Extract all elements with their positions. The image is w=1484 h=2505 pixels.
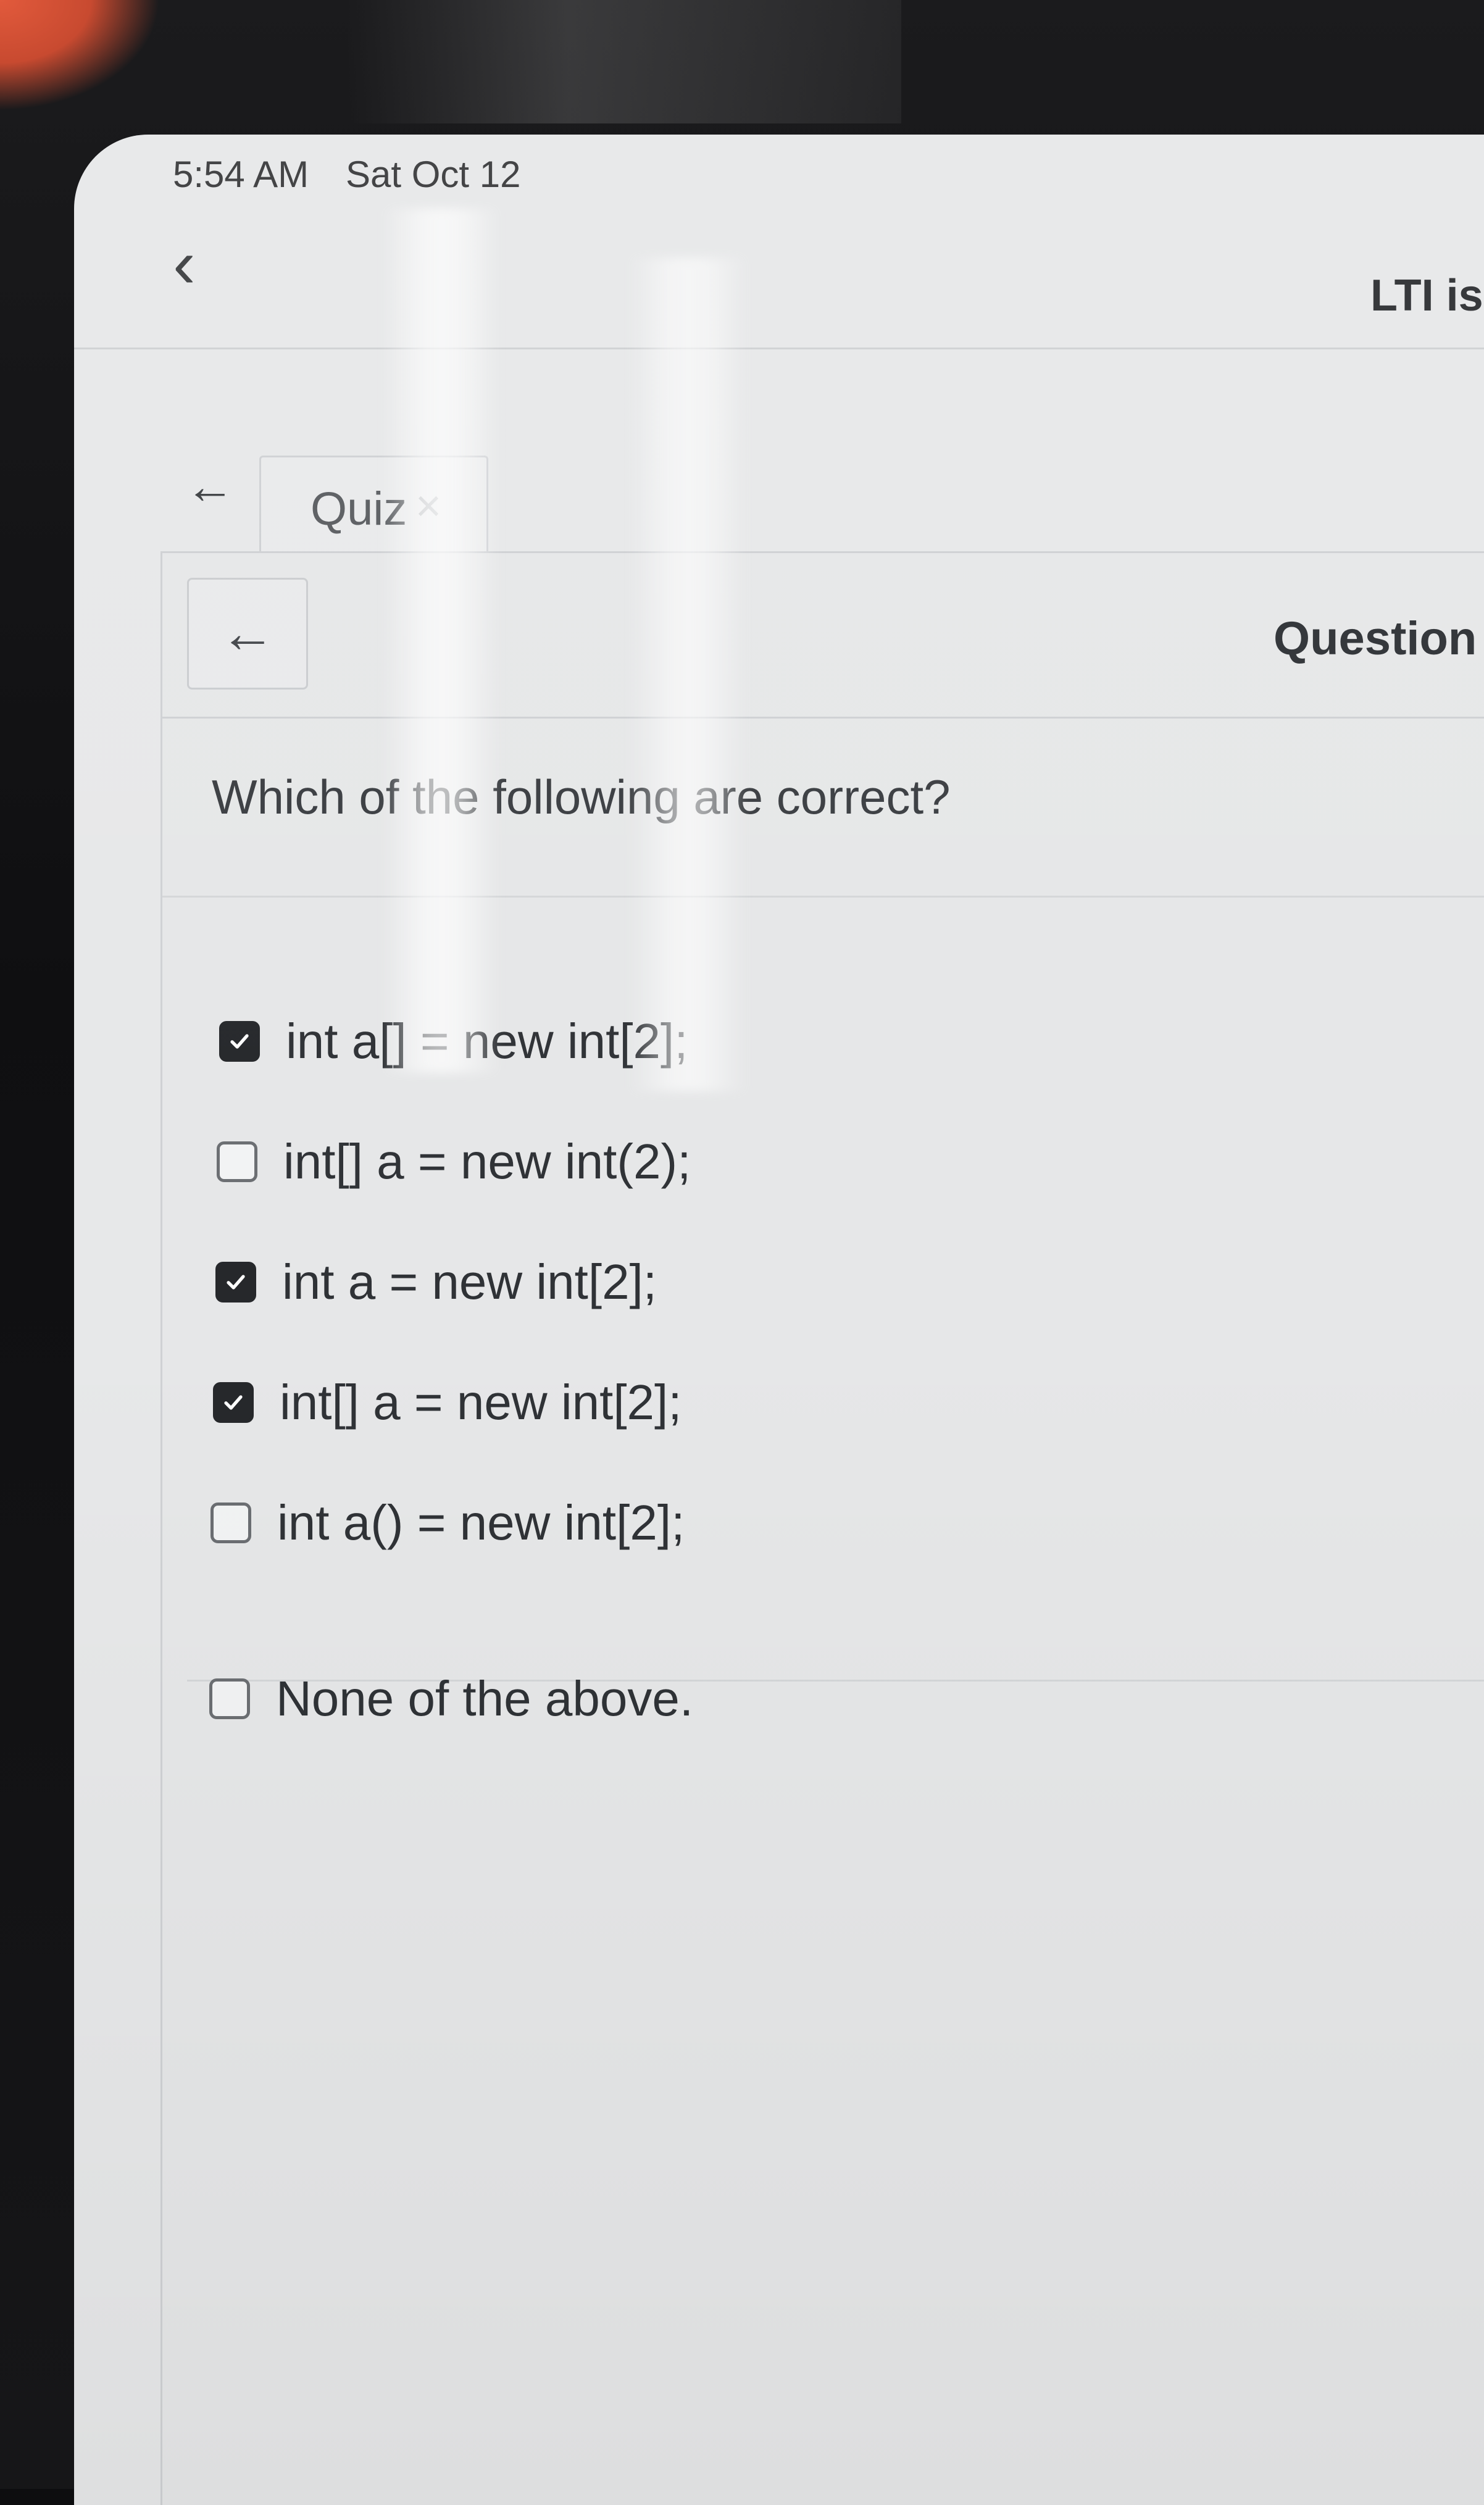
status-time: 5:54 AM: [173, 154, 309, 195]
answer-label: int a() = new int[2];: [277, 1495, 685, 1550]
checkmark-icon: [230, 1034, 249, 1049]
quiz-panel: ← Question 3 Which of the following are …: [160, 551, 1484, 2505]
status-date: Sat Oct 12: [346, 154, 521, 195]
answer-label: int[] a = new int[2];: [280, 1375, 682, 1430]
answer-option[interactable]: int a = new int[2];: [215, 1254, 657, 1311]
answer-checkbox[interactable]: [217, 1141, 257, 1182]
answer-label: int a = new int[2];: [282, 1254, 657, 1309]
answer-label: int[] a = new int(2);: [283, 1134, 691, 1189]
tab-quiz-label: Quiz: [311, 483, 407, 535]
answer-checkbox[interactable]: [213, 1382, 254, 1423]
answer-option[interactable]: int a() = new int[2];: [211, 1494, 685, 1551]
answer-checkbox[interactable]: [209, 1678, 250, 1719]
panel-header-divider: [162, 717, 1484, 719]
answer-option[interactable]: int[] a = new int(2);: [217, 1133, 691, 1190]
device-case-corner: [0, 0, 160, 111]
question-heading: Question 3: [1273, 612, 1484, 665]
answer-checkbox[interactable]: [215, 1262, 256, 1303]
none-option[interactable]: None of the above.: [209, 1670, 693, 1727]
question-text: Which of the following are correct?: [212, 770, 951, 824]
quiz-back-button[interactable]: ←: [187, 578, 308, 690]
answer-option[interactable]: int a[] = new int[2];: [219, 1013, 688, 1070]
tab-quiz[interactable]: Quiz ×: [259, 456, 488, 556]
tab-close-icon[interactable]: ×: [415, 481, 441, 531]
answer-checkbox[interactable]: [219, 1021, 260, 1062]
answer-option[interactable]: int[] a = new int[2];: [213, 1374, 682, 1431]
tab-back-arrow-icon[interactable]: ←: [185, 462, 235, 511]
nav-title: LTI is: [1370, 271, 1483, 320]
checkmark-icon: [224, 1395, 243, 1410]
answer-label: int a[] = new int[2];: [286, 1014, 688, 1069]
question-divider: [162, 896, 1484, 898]
nav-divider: [74, 348, 1484, 349]
none-option-label: None of the above.: [276, 1671, 694, 1726]
nav-back-icon[interactable]: ‹: [173, 230, 222, 298]
device-screen: 5:54 AM Sat Oct 12 ‹ LTI is ← Quiz × ← Q…: [74, 135, 1484, 2505]
answer-checkbox[interactable]: [211, 1503, 251, 1543]
checkmark-icon: [227, 1275, 245, 1290]
bezel-glare: [346, 0, 901, 123]
